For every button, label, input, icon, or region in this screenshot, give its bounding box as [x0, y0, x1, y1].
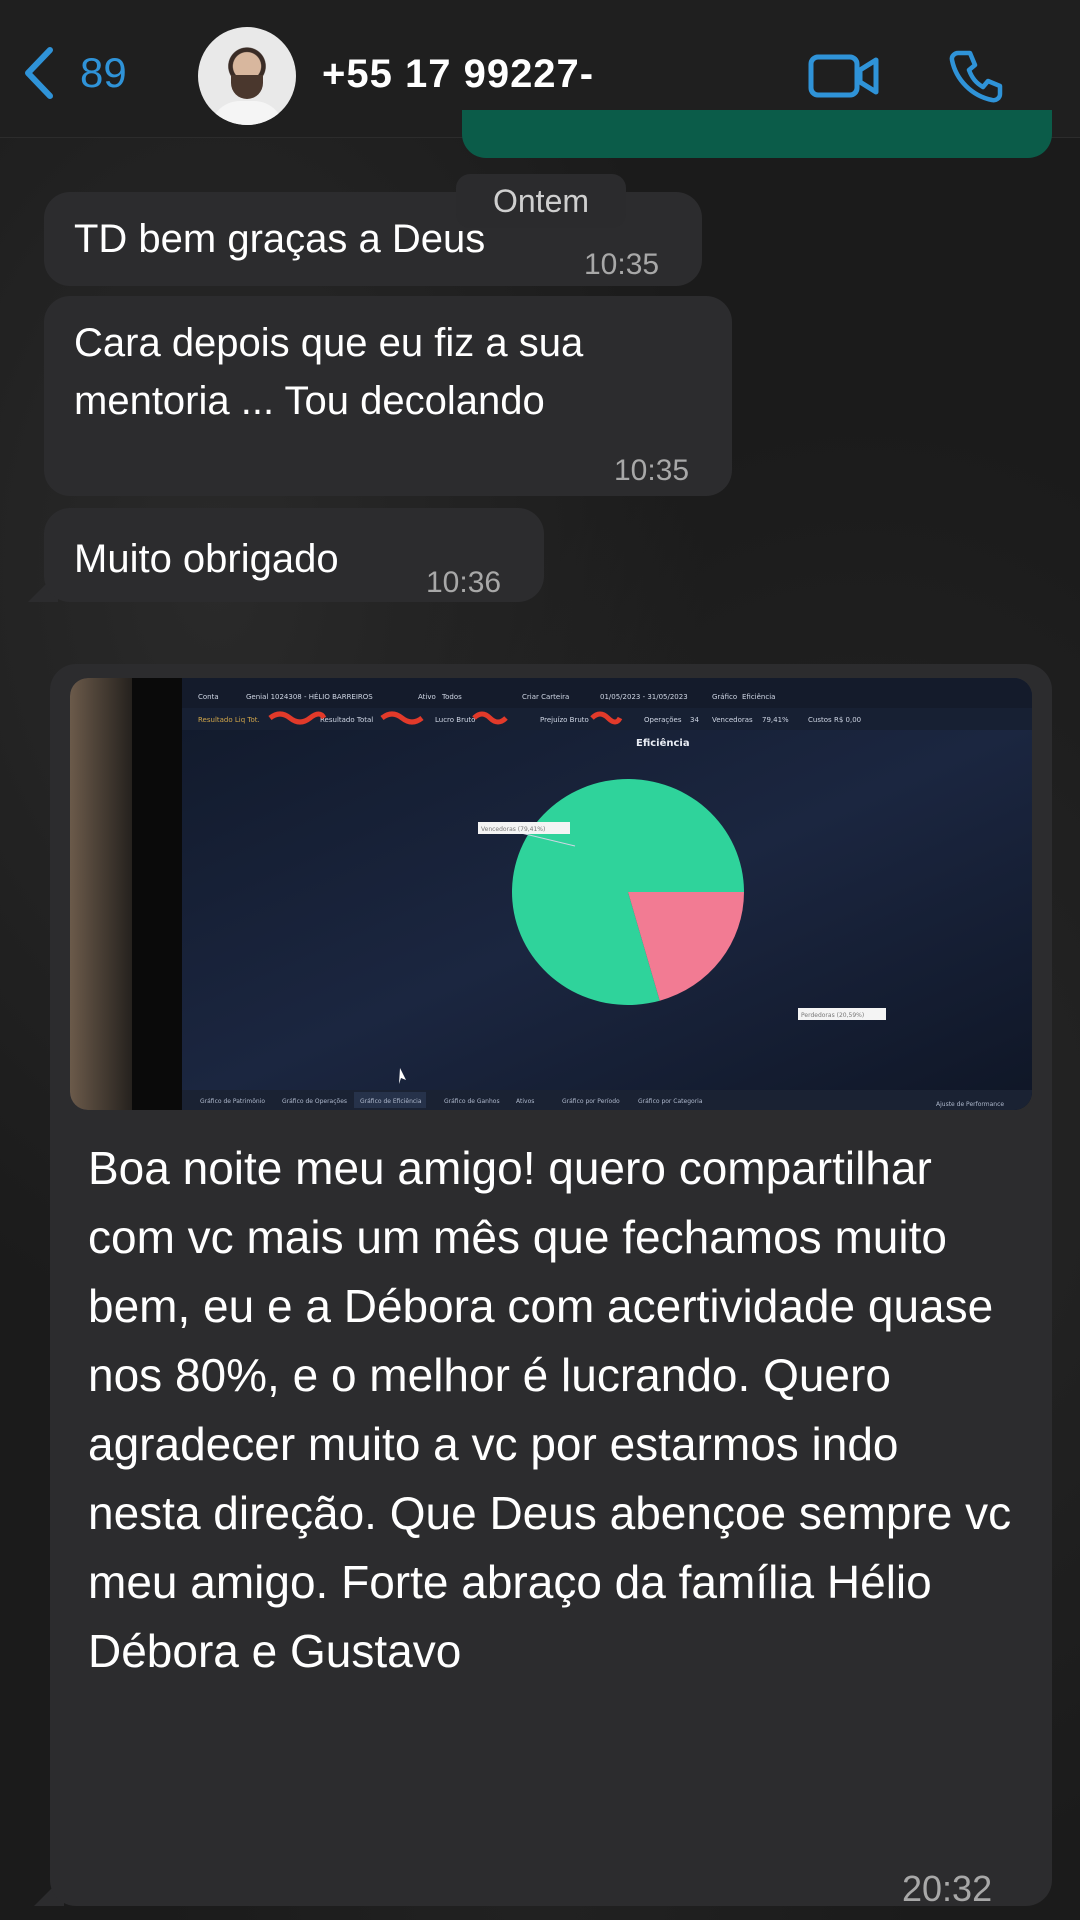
corner-label: Ajuste de Performance	[936, 1101, 1004, 1108]
stat-lucro-bruto: Lucro Bruto	[435, 716, 475, 724]
chart-title: Eficiência	[636, 737, 690, 749]
incoming-message[interactable]: Muito obrigado 10:36	[44, 508, 544, 602]
message-text: TD bem graças a Deus	[74, 217, 486, 261]
pie-label-vencedoras: Vencedoras (79,41%)	[481, 826, 545, 833]
message-time: 10:36	[426, 566, 502, 599]
photo-tab: Gráfico de Eficiência	[360, 1098, 422, 1105]
photo-attachment[interactable]: Conta Genial 1024308 - HÉLIO BARREIROS A…	[70, 678, 1032, 1110]
contact-title[interactable]: +55 17 99227-	[322, 52, 594, 97]
chevron-left-icon	[25, 47, 53, 99]
previous-outgoing-bubble	[462, 110, 1052, 158]
video-call-icon[interactable]	[808, 52, 880, 100]
message-text: Muito obrigado	[74, 537, 339, 581]
unread-count: 89	[80, 49, 127, 96]
toolbar-period: 01/05/2023 - 31/05/2023	[600, 693, 688, 701]
pie-chart	[512, 779, 744, 1005]
incoming-photo-message[interactable]: Conta Genial 1024308 - HÉLIO BARREIROS A…	[50, 664, 1052, 1909]
toolbar-grafico-value: Eficiência	[742, 693, 775, 701]
photo-tab: Gráfico de Ganhos	[444, 1098, 500, 1105]
photo-tab: Ativos	[516, 1098, 534, 1105]
screen-photo: Conta Genial 1024308 - HÉLIO BARREIROS A…	[70, 678, 1032, 1110]
stat-vencedoras: Vencedoras	[712, 716, 753, 724]
pie-label-perdedoras: Perdedoras (20,59%)	[801, 1012, 864, 1019]
message-time: 10:35	[584, 248, 660, 281]
photo-tab: Gráfico por Categoria	[638, 1098, 703, 1105]
photo-tab: Gráfico por Período	[562, 1098, 620, 1105]
stat-operacoes-value: 34	[690, 716, 699, 724]
message-text: Boa noite meu amigo! quero compartilhar …	[88, 1142, 1012, 1677]
incoming-message[interactable]: Cara depois que eu fiz a sua mentoria ..…	[44, 296, 732, 496]
stat-custos: Custos	[808, 716, 832, 724]
photo-tab: Gráfico de Operações	[282, 1098, 347, 1105]
stat-operacoes: Operações	[644, 716, 682, 724]
toolbar-carteira: Criar Carteira	[522, 693, 569, 701]
back-button[interactable]: 89	[22, 46, 127, 100]
day-separator: Ontem	[456, 174, 626, 228]
toolbar-ativo-value: Todos	[441, 693, 462, 701]
toolbar-ativo: Ativo	[418, 693, 436, 701]
toolbar-grafico: Gráfico	[712, 693, 737, 701]
message-text: Cara depois que eu fiz a sua mentoria ..…	[74, 321, 584, 423]
message-time: 10:35	[614, 454, 690, 487]
message-time: 20:32	[902, 1868, 993, 1909]
contact-avatar[interactable]	[198, 27, 296, 125]
stat-prejuizo-bruto: Prejuízo Bruto	[540, 716, 589, 724]
stat-custos-value: R$ 0,00	[834, 716, 861, 724]
phone-call-icon[interactable]	[948, 48, 1004, 104]
toolbar-account: Genial 1024308 - HÉLIO BARREIROS	[246, 692, 373, 701]
toolbar-conta: Conta	[198, 693, 219, 701]
stat-resultado-liq: Resultado Liq Tot.	[198, 716, 260, 724]
stat-resultado-total: Resultado Total	[320, 716, 373, 724]
photo-tab: Gráfico de Patrimônio	[200, 1098, 265, 1105]
stat-vencedoras-value: 79,41%	[762, 716, 789, 724]
